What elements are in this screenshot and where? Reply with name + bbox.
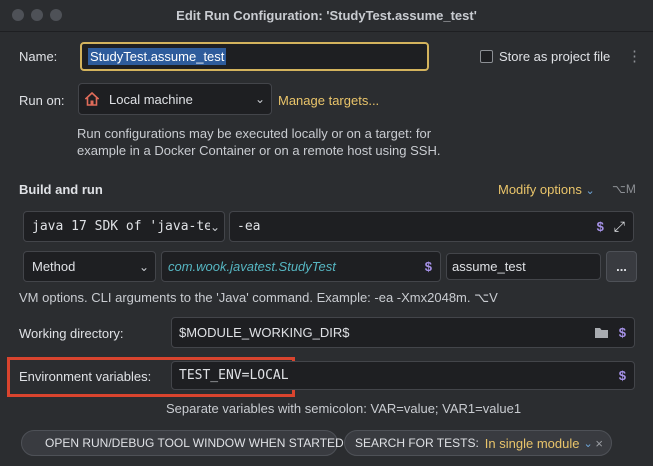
store-as-project-label[interactable]: Store as project file bbox=[499, 49, 610, 64]
folder-icon[interactable] bbox=[594, 327, 609, 339]
close-icon[interactable]: × bbox=[595, 436, 603, 451]
test-kind-select[interactable]: Method ⌄ bbox=[23, 251, 156, 282]
method-input[interactable]: assume_test bbox=[446, 253, 601, 280]
run-on-help-line2: example in a Docker Container or on a re… bbox=[77, 143, 441, 158]
insert-macro-icon[interactable]: $ bbox=[619, 368, 626, 383]
modify-options-shortcut: ⌥M bbox=[612, 182, 636, 196]
environment-variables-help: Separate variables with semicolon: VAR=v… bbox=[166, 401, 522, 416]
store-as-project-checkbox[interactable] bbox=[480, 50, 493, 63]
run-on-select[interactable]: Local machine ⌄ bbox=[78, 83, 272, 115]
vm-options-help: VM options. CLI arguments to the 'Java' … bbox=[19, 290, 498, 305]
modify-options-label: Modify options bbox=[498, 182, 582, 197]
class-value: com.wook.javatest.StudyTest bbox=[168, 259, 336, 274]
open-tool-window-chip[interactable]: OPEN RUN/DEBUG TOOL WINDOW WHEN STARTED … bbox=[21, 430, 351, 456]
run-on-label: Run on: bbox=[19, 93, 65, 108]
modify-options-link[interactable]: Modify options ⌄ bbox=[498, 182, 595, 197]
vm-options-value: -ea bbox=[237, 219, 261, 234]
class-input[interactable]: com.wook.javatest.StudyTest $ bbox=[161, 251, 441, 282]
chevron-down-icon: ⌄ bbox=[254, 92, 265, 106]
vm-options-input[interactable]: -ea $ ⤢ bbox=[229, 211, 634, 242]
sdk-value: java 17 SDK of 'java-tes bbox=[32, 219, 210, 234]
search-for-tests-chip[interactable]: SEARCH FOR TESTS: In single module ⌄ × bbox=[344, 430, 612, 456]
chevron-down-icon: ⌄ bbox=[138, 259, 149, 274]
chevron-down-icon: ⌄ bbox=[209, 219, 220, 234]
sdk-select[interactable]: java 17 SDK of 'java-tes ⌄ bbox=[23, 211, 225, 242]
search-for-tests-label: SEARCH FOR TESTS: bbox=[355, 436, 479, 450]
open-tool-window-label: OPEN RUN/DEBUG TOOL WINDOW WHEN STARTED bbox=[45, 436, 344, 450]
working-directory-input[interactable]: $MODULE_WORKING_DIR$ $ bbox=[171, 317, 635, 348]
working-directory-value: $MODULE_WORKING_DIR$ bbox=[179, 325, 350, 340]
insert-macro-icon[interactable]: $ bbox=[425, 259, 432, 274]
environment-variables-value: TEST_ENV=LOCAL bbox=[179, 368, 289, 383]
insert-macro-icon[interactable]: $ bbox=[619, 325, 626, 340]
method-value: assume_test bbox=[452, 259, 526, 274]
search-for-tests-value[interactable]: In single module bbox=[485, 436, 580, 451]
expand-icon[interactable]: ⤢ bbox=[614, 218, 625, 235]
kebab-menu-icon[interactable]: ⋮ bbox=[627, 47, 642, 65]
name-label: Name: bbox=[19, 49, 58, 64]
insert-macro-icon[interactable]: $ bbox=[597, 219, 604, 234]
run-on-value: Local machine bbox=[109, 91, 193, 107]
chevron-down-icon: ⌄ bbox=[585, 185, 595, 197]
manage-targets-link[interactable]: Manage targets... bbox=[278, 93, 379, 108]
test-kind-value: Method bbox=[32, 259, 76, 274]
build-and-run-heading: Build and run bbox=[19, 182, 103, 197]
environment-variables-label: Environment variables: bbox=[19, 369, 152, 384]
working-directory-label: Working directory: bbox=[19, 326, 124, 341]
window-title: Edit Run Configuration: 'StudyTest.assum… bbox=[176, 8, 477, 23]
run-on-help-line1: Run configurations may be executed local… bbox=[77, 126, 432, 141]
chevron-down-icon: ⌄ bbox=[583, 437, 593, 450]
environment-variables-input[interactable]: TEST_ENV=LOCAL $ bbox=[171, 361, 635, 390]
name-input[interactable]: StudyTest.assume_test bbox=[80, 42, 429, 71]
browse-method-button[interactable]: ... bbox=[606, 251, 637, 282]
house-icon bbox=[83, 91, 101, 106]
name-input-value: StudyTest.assume_test bbox=[88, 48, 227, 65]
